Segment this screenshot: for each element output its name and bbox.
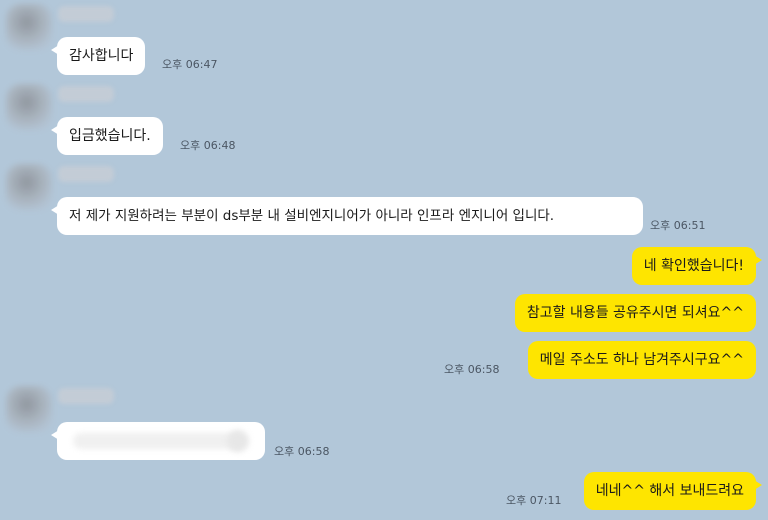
redacted-text-blur [227, 430, 249, 452]
message-time: 오후 06:51 [650, 219, 706, 232]
message-bubble-outgoing[interactable]: 네네^^ 해서 보내드려요 [583, 472, 763, 510]
message-text: 참고할 내용들 공유주시면 되셔요^^ [526, 305, 744, 321]
message-bubble-outgoing[interactable]: 네 확인했습니다! [631, 247, 763, 285]
message-text: 네 확인했습니다! [643, 258, 744, 274]
message-text: 감사합니다 [69, 48, 134, 64]
message-time: 오후 06:58 [274, 445, 330, 458]
message-bubble-outgoing[interactable]: 메일 주소도 하나 남겨주시구요^^ [527, 341, 756, 379]
chat-window[interactable]: 감사합니다 오후 06:47 입금했습니다. 오후 06:48 저 제가 지원하… [0, 0, 768, 520]
message-bubble-incoming[interactable]: 저 제가 지원하려는 부분이 ds부분 내 설비엔지니어가 아니라 인프라 엔지… [51, 197, 643, 235]
message-text: 입금했습니다. [69, 128, 151, 144]
message-bubble-incoming[interactable]: 입금했습니다. [51, 117, 163, 155]
redacted-text-blur [73, 433, 243, 449]
message-time: 오후 06:48 [180, 139, 236, 152]
message-text: 메일 주소도 하나 남겨주시구요^^ [539, 352, 744, 368]
message-bubble-incoming[interactable]: 감사합니다 [50, 37, 146, 75]
message-bubble-outgoing[interactable]: 참고할 내용들 공유주시면 되셔요^^ [514, 294, 756, 332]
sender-name-redacted [58, 388, 114, 404]
sender-avatar[interactable] [6, 386, 52, 432]
sender-avatar[interactable] [6, 164, 52, 210]
sender-name-redacted [58, 86, 114, 102]
sender-name-redacted [58, 166, 114, 182]
message-time: 오후 06:58 [444, 363, 500, 376]
message-bubble-incoming-redacted[interactable] [51, 422, 265, 460]
sender-name-redacted [58, 6, 114, 22]
sender-avatar[interactable] [6, 4, 52, 50]
sender-avatar[interactable] [6, 84, 52, 130]
message-time: 오후 06:47 [162, 58, 218, 71]
message-text: 네네^^ 해서 보내드려요 [595, 483, 744, 499]
message-time: 오후 07:11 [506, 494, 562, 507]
message-text: 저 제가 지원하려는 부분이 ds부분 내 설비엔지니어가 아니라 인프라 엔지… [69, 208, 555, 224]
